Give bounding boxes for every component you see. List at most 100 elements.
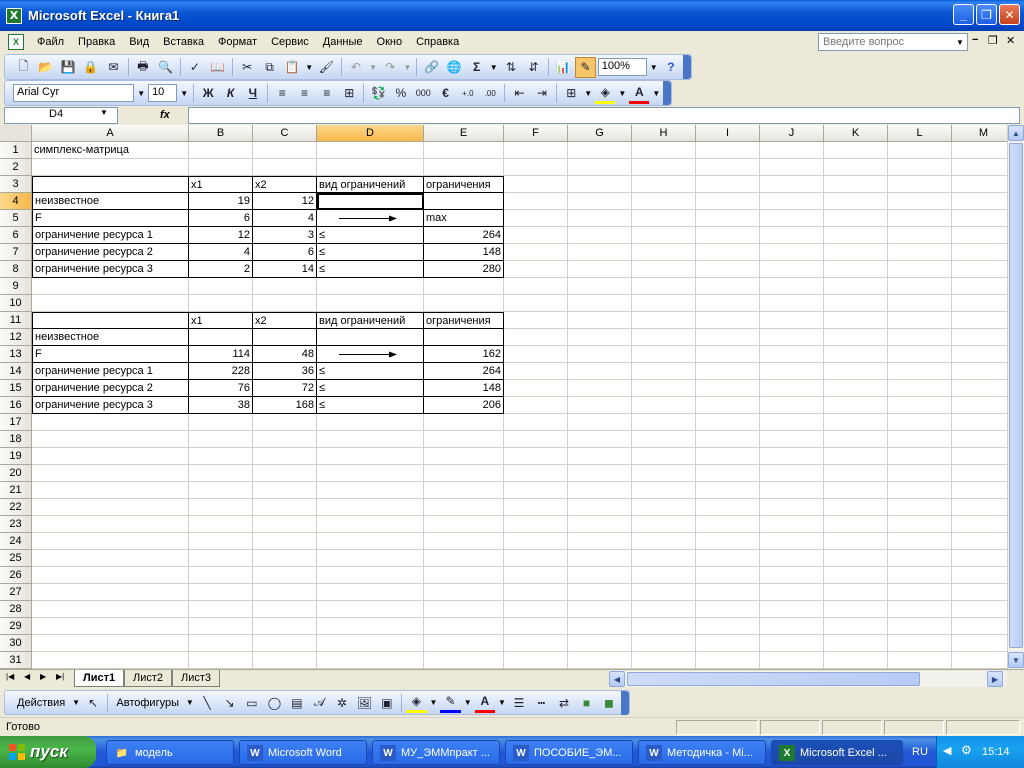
cell-I26[interactable] — [696, 567, 760, 584]
cell-F29[interactable] — [504, 618, 568, 635]
cell-C19[interactable] — [253, 448, 317, 465]
cell-L31[interactable] — [888, 652, 952, 669]
cell-G22[interactable] — [568, 499, 632, 516]
cell-K1[interactable] — [824, 142, 888, 159]
cell-E5[interactable]: max — [424, 210, 504, 227]
cell-H23[interactable] — [632, 516, 696, 533]
cell-D2[interactable] — [317, 159, 424, 176]
tray-app-icon[interactable]: ⚙ — [961, 743, 972, 757]
row-header-24[interactable]: 24 — [0, 533, 32, 550]
spelling-icon[interactable]: ✓ — [185, 57, 206, 78]
cell-L15[interactable] — [888, 380, 952, 397]
minimize-button[interactable]: _ — [953, 4, 974, 25]
cell-D12[interactable] — [317, 329, 424, 346]
column-header-A[interactable]: A — [32, 125, 189, 142]
cell-I14[interactable] — [696, 363, 760, 380]
cell-J14[interactable] — [760, 363, 824, 380]
start-button[interactable]: пуск — [0, 736, 96, 768]
cell-E8[interactable]: 280 — [424, 261, 504, 278]
cell-D31[interactable] — [317, 652, 424, 669]
cell-E22[interactable] — [424, 499, 504, 516]
cell-E15[interactable]: 148 — [424, 380, 504, 397]
formula-input[interactable] — [188, 107, 1020, 124]
cell-I4[interactable] — [696, 193, 760, 210]
cell-H2[interactable] — [632, 159, 696, 176]
cell-F23[interactable] — [504, 516, 568, 533]
cell-E1[interactable] — [424, 142, 504, 159]
cell-C1[interactable] — [253, 142, 317, 159]
cell-A24[interactable] — [32, 533, 189, 550]
cell-H3[interactable] — [632, 176, 696, 193]
cell-E28[interactable] — [424, 601, 504, 618]
cell-L17[interactable] — [888, 414, 952, 431]
cell-F6[interactable] — [504, 227, 568, 244]
cell-I22[interactable] — [696, 499, 760, 516]
cell-K24[interactable] — [824, 533, 888, 550]
cell-C3[interactable]: x2 — [253, 176, 317, 193]
cell-H21[interactable] — [632, 482, 696, 499]
cell-A6[interactable]: ограничение ресурса 1 — [32, 227, 189, 244]
cell-G18[interactable] — [568, 431, 632, 448]
font-name-select[interactable]: Arial Cyr — [13, 84, 135, 102]
cell-B19[interactable] — [189, 448, 253, 465]
autosum-icon[interactable]: Σ — [466, 57, 487, 78]
cell-G30[interactable] — [568, 635, 632, 652]
line-color-dropdown-icon[interactable]: ▼ — [463, 694, 473, 712]
cell-K10[interactable] — [824, 295, 888, 312]
row-header-28[interactable]: 28 — [0, 601, 32, 618]
cell-B23[interactable] — [189, 516, 253, 533]
cell-I16[interactable] — [696, 397, 760, 414]
row-header-8[interactable]: 8 — [0, 261, 32, 278]
cell-J5[interactable] — [760, 210, 824, 227]
cell-H25[interactable] — [632, 550, 696, 567]
cell-H12[interactable] — [632, 329, 696, 346]
cell-I3[interactable] — [696, 176, 760, 193]
cell-E18[interactable] — [424, 431, 504, 448]
fill-color-dropdown-icon[interactable]: ▼ — [617, 84, 627, 102]
cell-I6[interactable] — [696, 227, 760, 244]
cell-M31[interactable] — [952, 652, 1007, 669]
cell-K9[interactable] — [824, 278, 888, 295]
row-header-13[interactable]: 13 — [0, 346, 32, 363]
borders-dropdown-icon[interactable]: ▼ — [583, 84, 593, 102]
cell-G8[interactable] — [568, 261, 632, 278]
cell-E27[interactable] — [424, 584, 504, 601]
row-header-9[interactable]: 9 — [0, 278, 32, 295]
cell-F4[interactable] — [504, 193, 568, 210]
cell-I13[interactable] — [696, 346, 760, 363]
cell-F27[interactable] — [504, 584, 568, 601]
column-header-K[interactable]: K — [824, 125, 888, 142]
cell-L12[interactable] — [888, 329, 952, 346]
cell-J11[interactable] — [760, 312, 824, 329]
cell-B26[interactable] — [189, 567, 253, 584]
wordart-icon[interactable]: 𝒜 — [309, 692, 329, 713]
cell-L6[interactable] — [888, 227, 952, 244]
cell-H1[interactable] — [632, 142, 696, 159]
line-color-icon[interactable]: ✎ — [440, 692, 461, 713]
row-header-7[interactable]: 7 — [0, 244, 32, 261]
toolbar-options-icon[interactable] — [683, 55, 691, 79]
cell-I19[interactable] — [696, 448, 760, 465]
cell-M22[interactable] — [952, 499, 1007, 516]
cell-F22[interactable] — [504, 499, 568, 516]
cell-D18[interactable] — [317, 431, 424, 448]
taskbar-item-word[interactable]: W Microsoft Word — [239, 740, 367, 765]
column-header-M[interactable]: M — [952, 125, 1007, 142]
row-header-2[interactable]: 2 — [0, 159, 32, 176]
cell-C5[interactable]: 4 — [253, 210, 317, 227]
menu-format[interactable]: Формат — [211, 36, 264, 48]
column-header-H[interactable]: H — [632, 125, 696, 142]
cell-G19[interactable] — [568, 448, 632, 465]
row-header-19[interactable]: 19 — [0, 448, 32, 465]
horizontal-scroll-thumb[interactable] — [627, 672, 920, 686]
cell-J15[interactable] — [760, 380, 824, 397]
cell-K21[interactable] — [824, 482, 888, 499]
taskbar-item-excel[interactable]: X Microsoft Excel ... — [771, 740, 903, 765]
cell-I20[interactable] — [696, 465, 760, 482]
autoshapes-dropdown-icon[interactable]: ▼ — [185, 694, 195, 712]
row-header-6[interactable]: 6 — [0, 227, 32, 244]
cell-C17[interactable] — [253, 414, 317, 431]
doc-close-button[interactable]: ✕ — [1006, 34, 1015, 47]
cell-M7[interactable] — [952, 244, 1007, 261]
cell-H22[interactable] — [632, 499, 696, 516]
